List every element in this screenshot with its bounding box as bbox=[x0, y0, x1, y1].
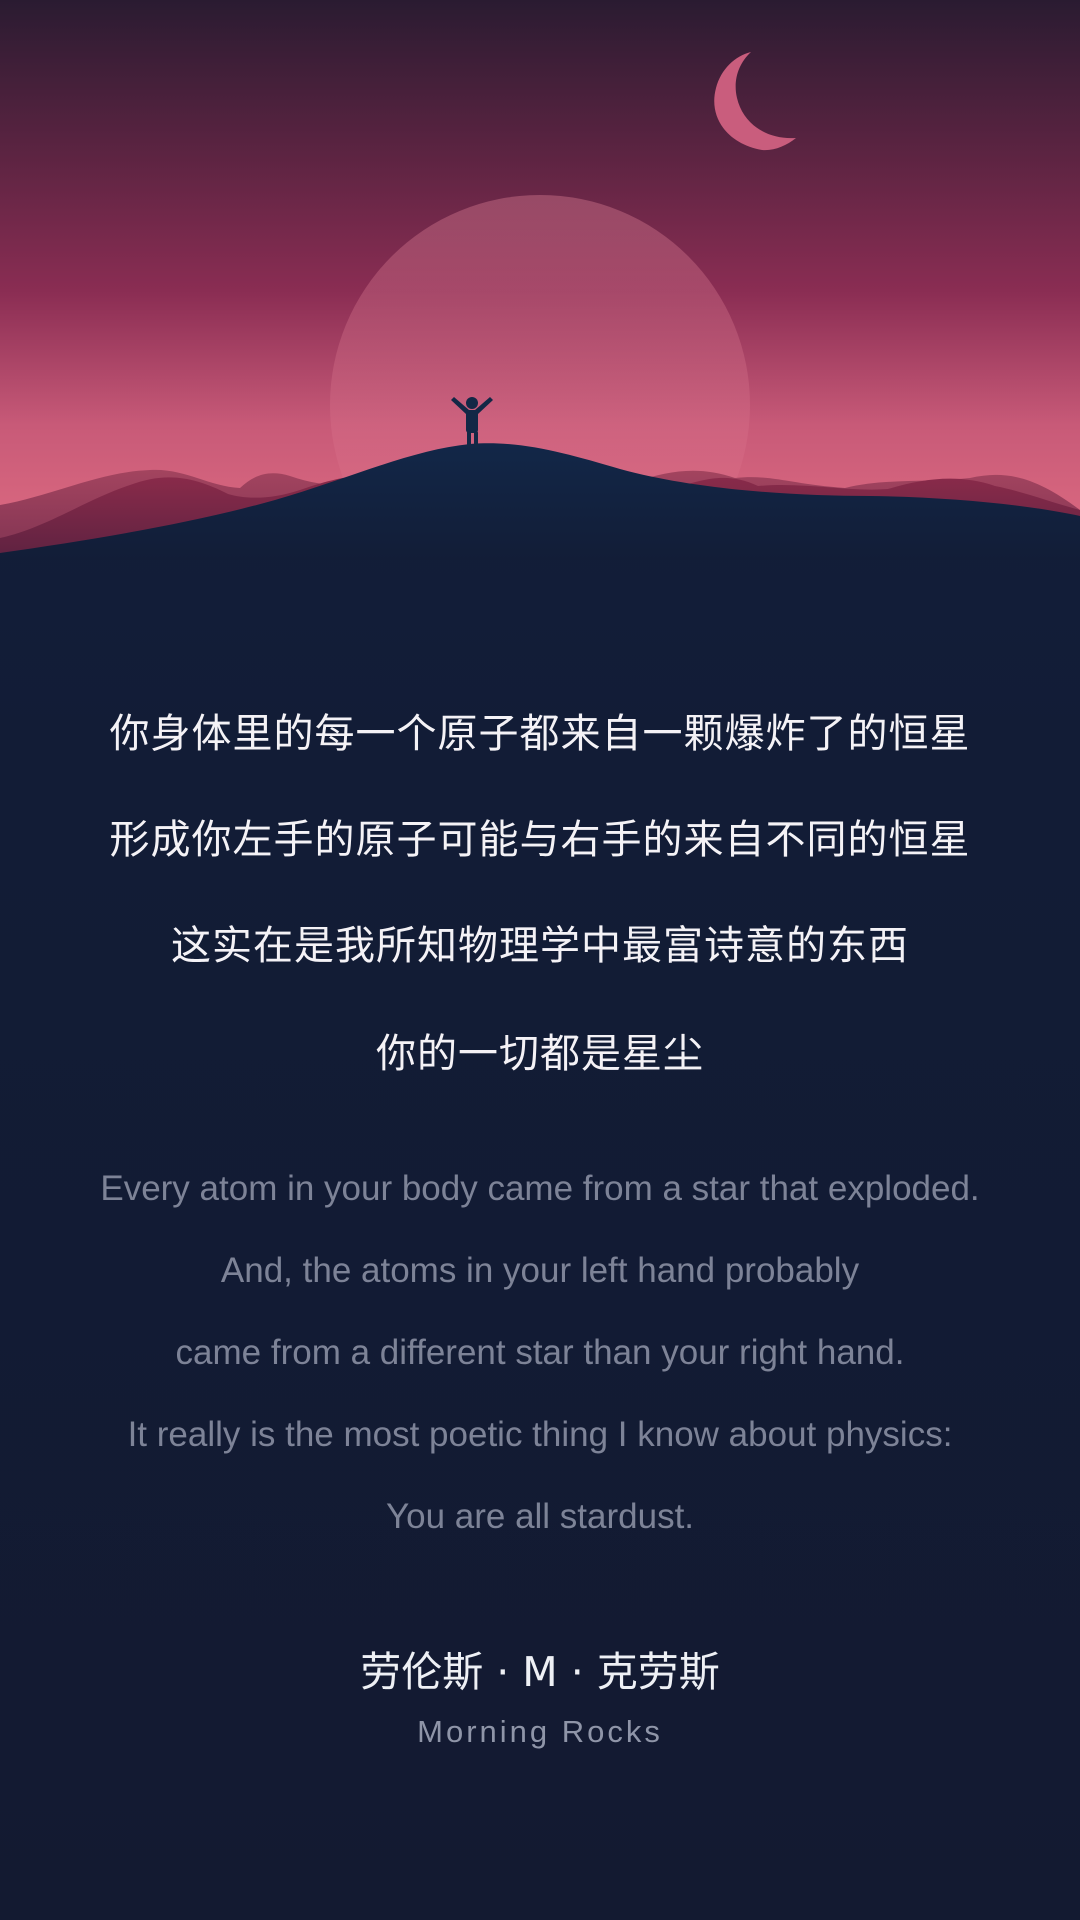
brand-signature: Morning Rocks bbox=[417, 1714, 663, 1749]
english-quote-line: came from a different star than your rig… bbox=[175, 1333, 905, 1372]
chinese-quote-line: 这实在是我所知物理学中最富诗意的东西 bbox=[171, 923, 909, 969]
english-quote-line: You are all stardust. bbox=[385, 1497, 695, 1536]
quote-card: 你身体里的每一个原子都来自一颗爆炸了的恒星 形成你左手的原子可能与右手的来自不同… bbox=[0, 0, 1080, 1920]
chinese-quote-line: 形成你左手的原子可能与右手的来自不同的恒星 bbox=[109, 817, 971, 863]
english-quote-line: And, the atoms in your left hand probabl… bbox=[220, 1251, 860, 1290]
quote-author: 劳伦斯 · M · 克劳斯 bbox=[360, 1648, 720, 1696]
chinese-quote-line: 你身体里的每一个原子都来自一颗爆炸了的恒星 bbox=[109, 711, 971, 757]
english-quote-line: Every atom in your body came from a star… bbox=[100, 1169, 980, 1208]
english-quote-line: It really is the most poetic thing I kno… bbox=[127, 1415, 953, 1454]
text-content: 你身体里的每一个原子都来自一颗爆炸了的恒星 形成你左手的原子可能与右手的来自不同… bbox=[0, 0, 1080, 1920]
chinese-quote-line: 你的一切都是星尘 bbox=[376, 1031, 704, 1077]
